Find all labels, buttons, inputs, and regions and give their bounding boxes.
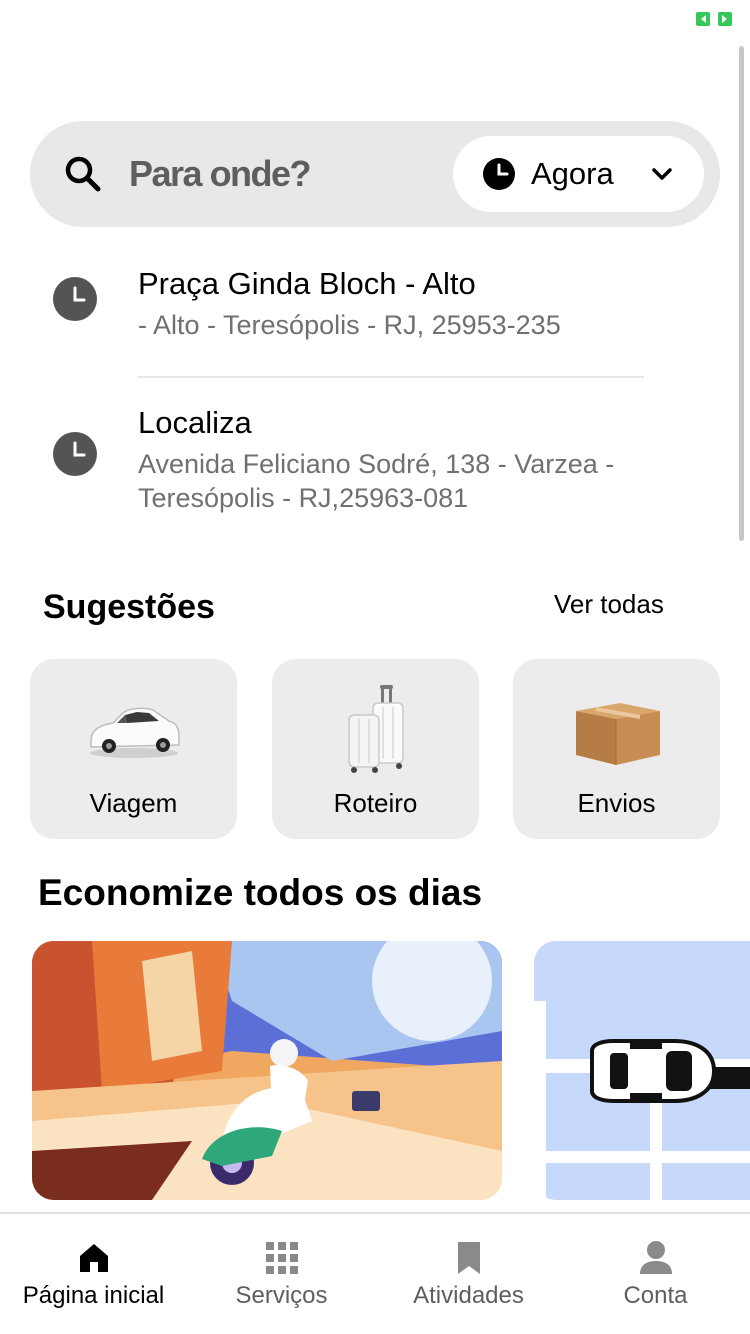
- recent-place-address: Avenida Feliciano Sodré, 138 - Varzea - …: [138, 449, 615, 513]
- scrollbar[interactable]: [739, 46, 744, 541]
- search-icon: [65, 156, 101, 192]
- bottom-navigation: Página inicial Serviços Atividades Conta: [0, 1214, 750, 1334]
- recent-place-title: Localiza: [138, 405, 252, 440]
- luggage-icon: [347, 685, 404, 773]
- person-icon: [639, 1241, 672, 1274]
- schedule-time-label: Agora: [531, 156, 614, 191]
- recent-place-address: - Alto - Teresópolis - RJ, 25953-235: [138, 310, 561, 340]
- nav-item-activities[interactable]: Atividades: [375, 1214, 562, 1334]
- promo-card-scooter[interactable]: [32, 941, 502, 1200]
- scooter-rider-illustration: [32, 941, 502, 1200]
- nav-label-account: Conta: [623, 1282, 688, 1309]
- recent-place-item[interactable]: Praça Ginda Bloch - Alto - Alto - Teresó…: [0, 266, 700, 356]
- nav-label-home: Página inicial: [22, 1282, 165, 1309]
- suggestion-card-delivery[interactable]: Envios: [513, 659, 720, 839]
- savings-title: Economize todos os dias: [38, 872, 483, 913]
- search-input[interactable]: Para onde?: [129, 153, 312, 195]
- car-icon: [89, 707, 180, 758]
- schedule-time-button[interactable]: Agora: [453, 136, 704, 212]
- suggestion-card-trip[interactable]: Roteiro: [272, 659, 479, 839]
- recent-place-item[interactable]: Localiza Avenida Feliciano Sodré, 138 - …: [0, 405, 700, 515]
- nav-label-services: Serviços: [235, 1282, 328, 1309]
- grid-icon: [265, 1242, 298, 1274]
- package-icon: [575, 703, 660, 765]
- nav-item-services[interactable]: Serviços: [188, 1214, 375, 1334]
- suggestion-card-label: Envios: [577, 788, 656, 818]
- nav-item-account[interactable]: Conta: [562, 1214, 749, 1334]
- suggestion-card-ride[interactable]: Viagem: [30, 659, 237, 839]
- suggestion-card-label: Viagem: [89, 788, 178, 818]
- clock-icon: [483, 158, 515, 190]
- recent-place-title: Praça Ginda Bloch - Alto: [138, 266, 476, 301]
- battery-indicator-icon: [696, 12, 732, 26]
- search-bar[interactable]: Para onde? Agora: [30, 121, 720, 227]
- clock-icon: [53, 432, 97, 476]
- suggestion-card-label: Roteiro: [333, 788, 418, 818]
- bookmark-icon: [457, 1242, 480, 1274]
- nav-item-home[interactable]: Página inicial: [0, 1214, 187, 1334]
- divider: [138, 376, 644, 378]
- promo-card-car[interactable]: [534, 941, 750, 1200]
- clock-icon: [53, 277, 97, 321]
- car-on-map-illustration: [534, 941, 750, 1200]
- nav-label-activities: Atividades: [413, 1282, 524, 1309]
- chevron-down-icon: [652, 168, 672, 180]
- see-all-link[interactable]: Ver todas: [554, 589, 664, 620]
- home-icon: [79, 1244, 108, 1272]
- suggestions-title: Sugestões: [43, 588, 215, 626]
